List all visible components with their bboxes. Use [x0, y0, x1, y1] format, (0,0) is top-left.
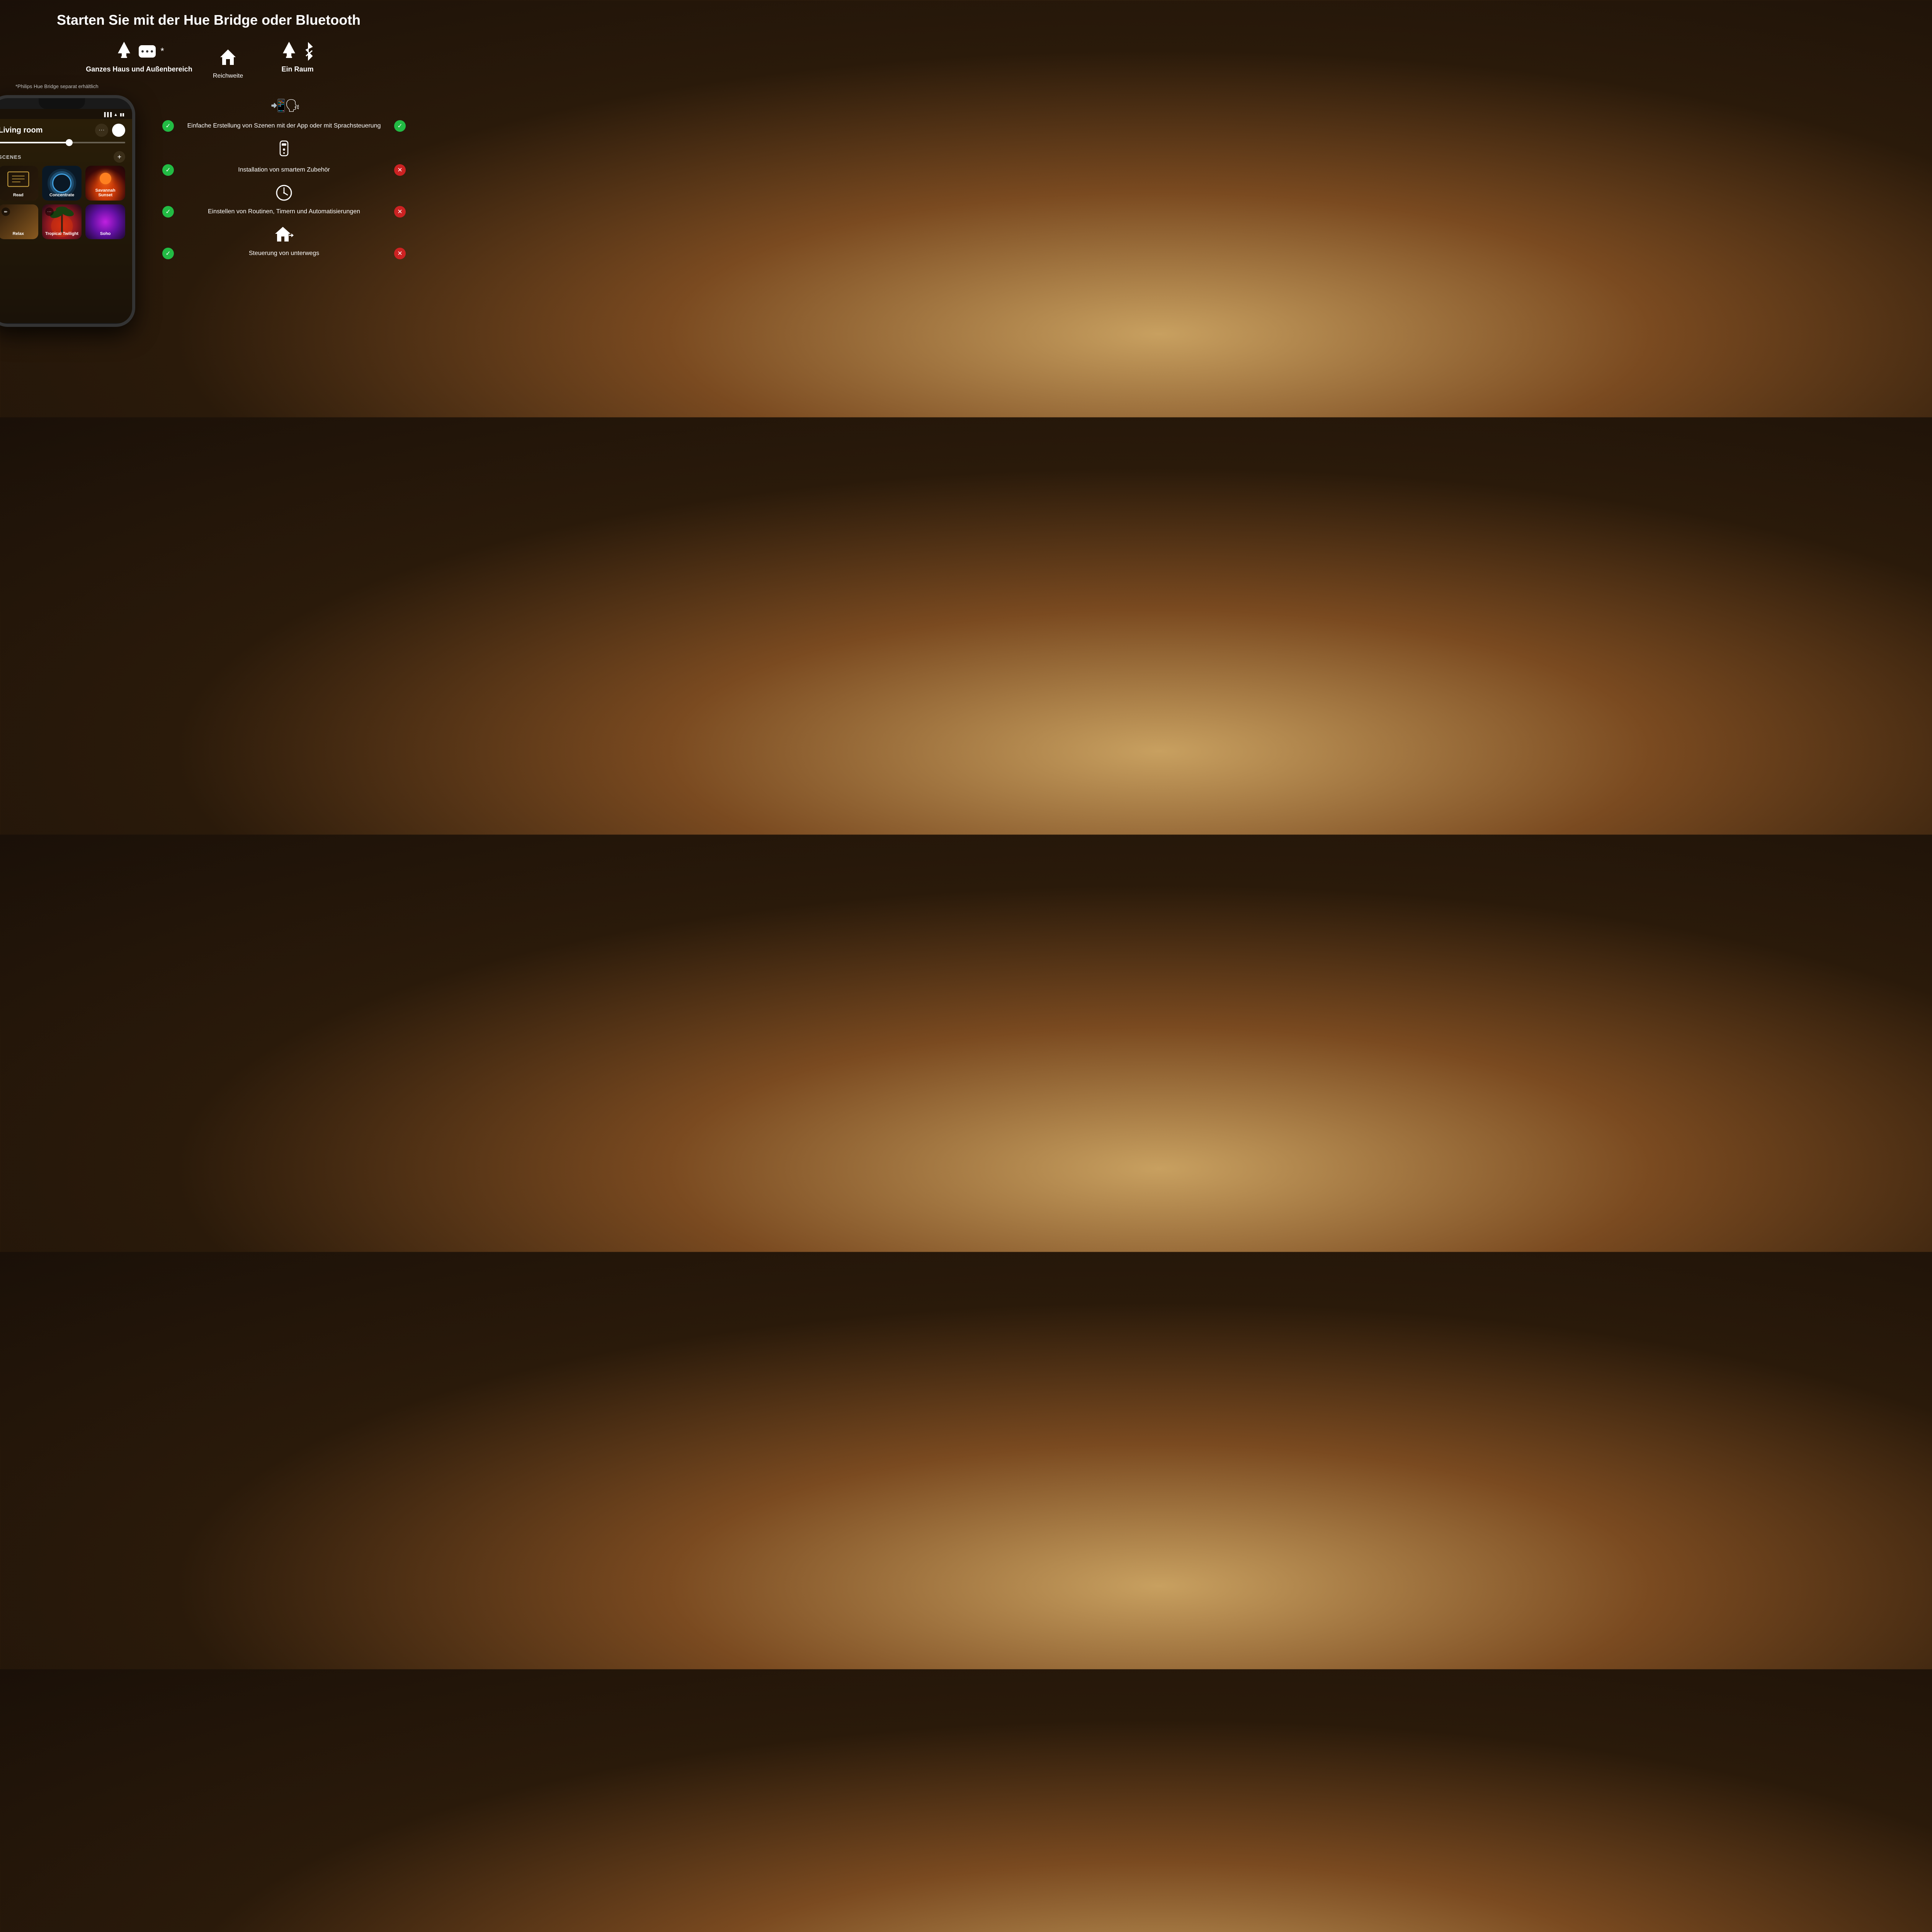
feature-row-remote: ✓ Steuerung von unterwegs ✕ [162, 248, 406, 259]
feature-scenes: 📲 🗣 ✓ Einfache Erstellung von Szenen mit… [162, 95, 406, 132]
check-left-scenes: ✓ [162, 120, 178, 132]
features-section: 📲 🗣 ✓ Einfache Erstellung von Szenen mit… [131, 87, 417, 272]
check-green-scenes-bt: ✓ [394, 120, 406, 132]
edit-pencil-icon[interactable]: ✏ [2, 207, 10, 216]
svg-text:🗣: 🗣 [285, 99, 299, 112]
concentrate-rings [52, 173, 71, 193]
bridge-label: Ganzes Haus und Außenbereich [86, 65, 192, 74]
hue-lamp-icon [114, 40, 134, 63]
read-icon [0, 168, 38, 189]
feature-accessories: ✓ Installation von smartem Zubehör ✕ [162, 140, 406, 176]
bluetooth-label: Ein Raum [281, 65, 313, 74]
main-title: Starten Sie mit der Hue Bridge oder Blue… [0, 0, 417, 36]
bridge-section: * Ganzes Haus und Außenbereich [85, 40, 193, 74]
power-toggle[interactable] [112, 124, 125, 137]
slider-fill [0, 142, 68, 143]
scene-card-read[interactable]: Read [0, 166, 38, 201]
scene-card-relax[interactable]: ✏ Relax [0, 204, 38, 239]
check-green-remote-bridge: ✓ [162, 248, 174, 259]
feature-remote: ✓ Steuerung von unterwegs ✕ [162, 226, 406, 259]
check-red-acc-bt: ✕ [394, 164, 406, 176]
feature-row-accessories: ✓ Installation von smartem Zubehör ✕ [162, 164, 406, 176]
check-green-routines-bridge: ✓ [162, 206, 174, 218]
scene-name-soho: Soho [88, 231, 122, 236]
check-right-remote: ✕ [390, 248, 406, 259]
check-left-accessories: ✓ [162, 164, 178, 176]
phone-screen: Living room ··· SCENES + [0, 119, 132, 323]
remote-icon [162, 226, 406, 246]
home-svg [218, 48, 238, 67]
more-options-button[interactable]: ··· [95, 124, 108, 137]
phone-container: ▐▐▐ ▲ ▮▮ Living room ··· [0, 95, 151, 335]
battery-icon: ▮▮ [120, 112, 124, 117]
scene-name-tropical: Tropical Twilight [45, 231, 79, 236]
feature-row-routines: ✓ Einstellen von Routinen, Timern und Au… [162, 206, 406, 218]
brightness-slider-container [0, 140, 132, 149]
feature-routines: ✓ Einstellen von Routinen, Timern und Au… [162, 184, 406, 218]
slider-thumb[interactable] [66, 139, 73, 146]
house-arrow-svg [274, 226, 294, 243]
range-label: Reichweite [213, 73, 243, 80]
check-right-routines: ✕ [390, 206, 406, 218]
feature-row-scenes: ✓ Einfache Erstellung von Szenen mit der… [162, 120, 406, 132]
hue-bridge-icon [137, 41, 157, 61]
scene-card-concentrate[interactable]: Concentrate [42, 166, 82, 201]
bt-lamp-icon [279, 40, 299, 63]
scene-name-concentrate: Concentrate [45, 193, 79, 197]
phone-frame: ▐▐▐ ▲ ▮▮ Living room ··· [0, 95, 135, 327]
bluetooth-icon [301, 41, 316, 61]
scenes-label: SCENES [0, 154, 21, 160]
top-section: * Ganzes Haus und Außenbereich Reichweit… [0, 36, 417, 80]
check-green-scenes-bridge: ✓ [162, 120, 174, 132]
room-title: Living room [0, 126, 43, 135]
bridge-icons: * [114, 40, 164, 63]
phone-header-icons: ··· [95, 124, 125, 137]
scene-card-tropical[interactable]: ··· Tropical Twilight [42, 204, 82, 239]
scene-name-read: Read [2, 193, 35, 197]
clock-svg [276, 184, 293, 201]
status-bar: ▐▐▐ ▲ ▮▮ [0, 109, 132, 119]
check-red-routines-bt: ✕ [394, 206, 406, 218]
feature-text-scenes: Einfache Erstellung von Szenen mit der A… [178, 122, 390, 130]
feature-text-remote: Steuerung von unterwegs [178, 249, 390, 258]
scene-name-relax: Relax [2, 231, 35, 236]
svg-text:📲: 📲 [270, 99, 286, 112]
bluetooth-icons [279, 40, 316, 63]
scenes-header: SCENES + [0, 149, 132, 166]
phone-notch [39, 98, 85, 109]
voice-icons-svg: 📲 🗣 [269, 95, 299, 114]
scene-card-savannah[interactable]: Savannah Sunset [85, 166, 125, 201]
check-green-acc-bridge: ✓ [162, 164, 174, 176]
savannah-sun [100, 173, 111, 184]
scenes-grid: Read Concentrate [0, 166, 132, 239]
range-section: Reichweite [193, 40, 263, 80]
more-options-icon[interactable]: ··· [45, 207, 54, 216]
phone-header: Living room ··· [0, 119, 132, 140]
remote-svg [276, 140, 292, 160]
bridge-asterisk: * [160, 46, 164, 57]
voice-control-icon: 📲 🗣 [162, 95, 406, 117]
scene-name-savannah: Savannah Sunset [88, 188, 122, 197]
brightness-slider[interactable] [0, 142, 125, 143]
routines-icon [162, 184, 406, 204]
check-left-routines: ✓ [162, 206, 178, 218]
feature-text-routines: Einstellen von Routinen, Timern und Auto… [178, 207, 390, 216]
add-scene-button[interactable]: + [114, 151, 125, 163]
home-icon [218, 48, 238, 71]
accessories-icon [162, 140, 406, 162]
scene-card-soho[interactable]: Soho [85, 204, 125, 239]
check-red-remote-bt: ✕ [394, 248, 406, 259]
check-right-accessories: ✕ [390, 164, 406, 176]
signal-icon: ▐▐▐ [103, 112, 112, 117]
wifi-icon: ▲ [114, 112, 118, 117]
bluetooth-section: Ein Raum [263, 40, 332, 74]
feature-text-accessories: Installation von smartem Zubehör [178, 166, 390, 174]
check-right-scenes: ✓ [390, 120, 406, 132]
check-left-remote: ✓ [162, 248, 178, 259]
content-area: ▐▐▐ ▲ ▮▮ Living room ··· [0, 87, 417, 350]
